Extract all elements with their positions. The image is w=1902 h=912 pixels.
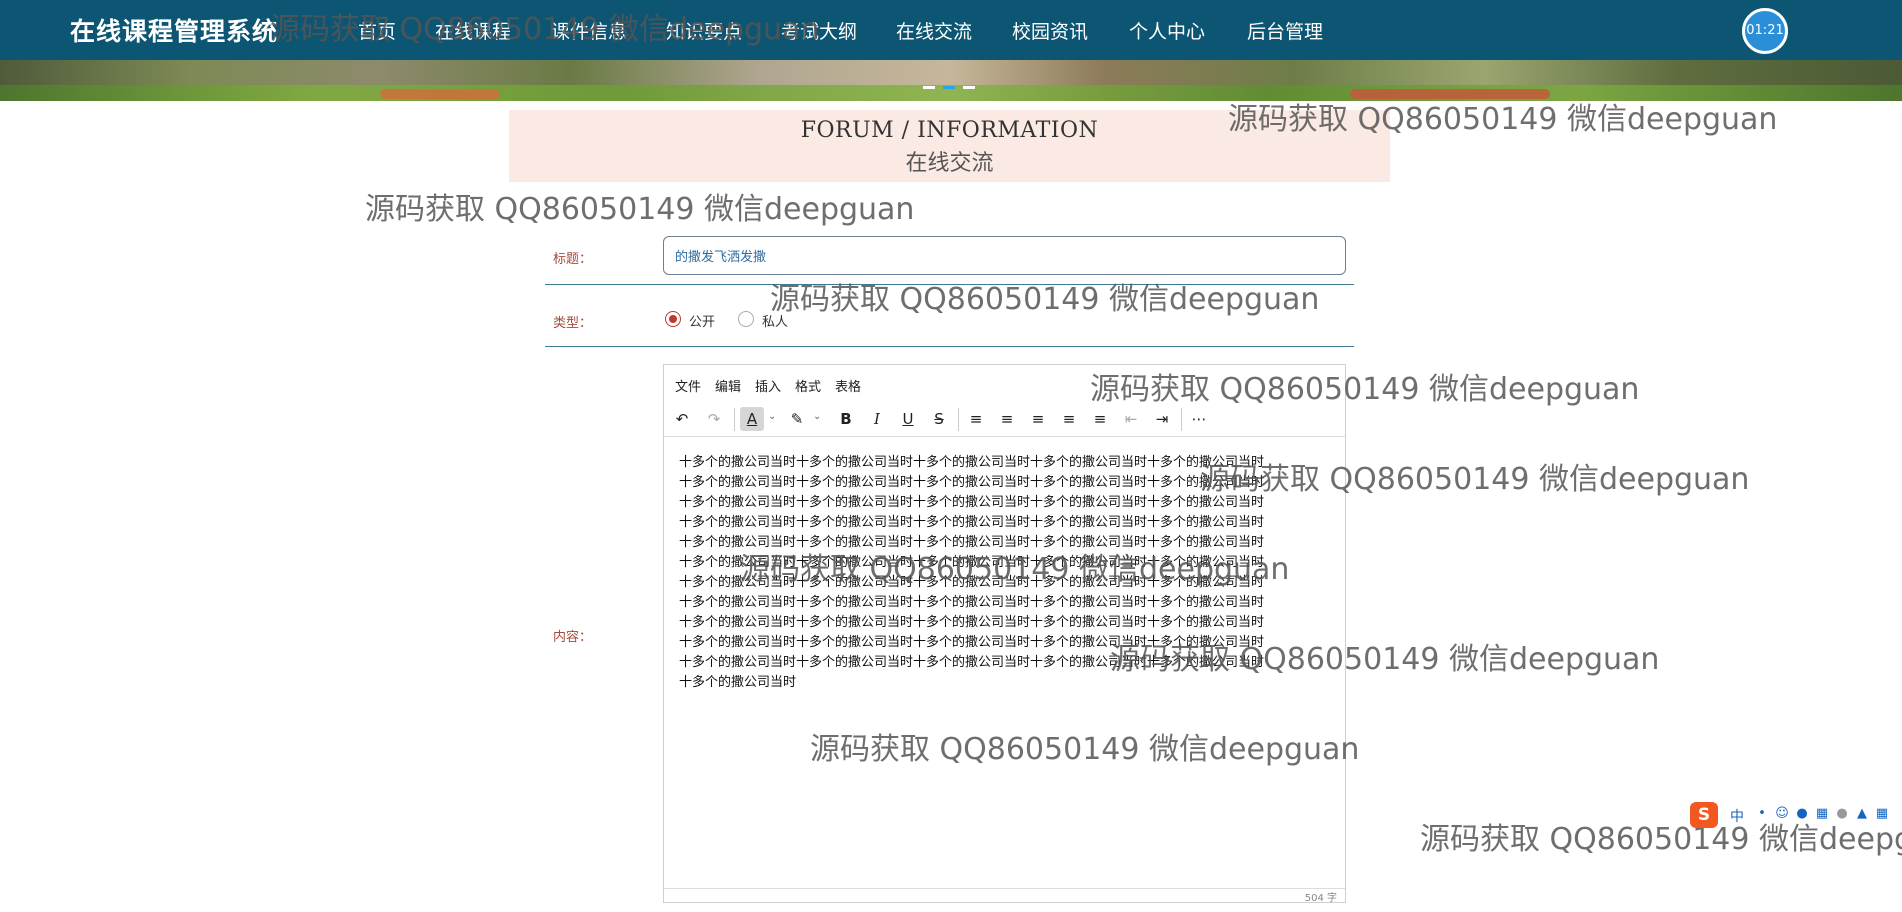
strikethrough-icon[interactable]: S bbox=[927, 407, 951, 431]
section-title-en: FORUM / INFORMATION bbox=[800, 118, 1099, 143]
more-icon[interactable]: ⋯ bbox=[1187, 407, 1211, 431]
grid-menu-icon[interactable]: ▦ bbox=[1874, 806, 1890, 822]
nav-item-news[interactable]: 校园资讯 bbox=[1012, 17, 1088, 44]
content-line: 十多个的撒公司当时十多个的撒公司当时十多个的撒公司当时十多个的撒公司当时十多个的… bbox=[679, 455, 1265, 470]
highlight-icon[interactable]: ✎ bbox=[785, 407, 809, 431]
ime-language-toggle[interactable]: 中 bbox=[1730, 806, 1744, 826]
content-line: 十多个的撒公司当时 bbox=[679, 675, 797, 690]
divider bbox=[545, 346, 1354, 347]
content-line: 十多个的撒公司当时十多个的撒公司当时十多个的撒公司当时十多个的撒公司当时十多个的… bbox=[679, 475, 1265, 490]
content-line: 十多个的撒公司当时十多个的撒公司当时十多个的撒公司当时十多个的撒公司当时十多个的… bbox=[679, 495, 1265, 510]
banner-flowers bbox=[380, 89, 500, 99]
content-line: 十多个的撒公司当时十多个的撒公司当时十多个的撒公司当时十多个的撒公司当时十多个的… bbox=[679, 535, 1265, 550]
menu-file[interactable]: 文件 bbox=[675, 376, 701, 395]
title-input[interactable] bbox=[663, 236, 1346, 275]
title-label: 标题： bbox=[553, 252, 593, 267]
menu-table[interactable]: 表格 bbox=[835, 376, 861, 395]
word-count: 504 字 bbox=[1304, 893, 1337, 904]
divider bbox=[545, 284, 1354, 285]
line-height-icon[interactable]: ≡ bbox=[964, 407, 988, 431]
content-line: 十多个的撒公司当时十多个的撒公司当时十多个的撒公司当时十多个的撒公司当时十多个的… bbox=[679, 595, 1265, 610]
carousel-dot[interactable] bbox=[923, 86, 935, 89]
content-line: 十多个的撒公司当时十多个的撒公司当时十多个的撒公司当时十多个的撒公司当时十多个的… bbox=[679, 515, 1265, 530]
keyboard-icon[interactable]: ▦ bbox=[1814, 806, 1830, 822]
toolbar-separator bbox=[958, 408, 959, 431]
align-justify-icon[interactable]: ≡ bbox=[1088, 407, 1112, 431]
section-title-cn: 在线交流 bbox=[905, 151, 994, 176]
align-left-icon[interactable]: ≡ bbox=[995, 407, 1019, 431]
carousel-dot[interactable] bbox=[963, 86, 975, 89]
indent-icon[interactable]: ⇥ bbox=[1150, 407, 1174, 431]
undo-icon[interactable]: ↶ bbox=[670, 407, 694, 431]
content-line: 十多个的撒公司当时十多个的撒公司当时十多个的撒公司当时十多个的撒公司当时十多个的… bbox=[679, 575, 1265, 590]
nav-item-admin[interactable]: 后台管理 bbox=[1247, 17, 1323, 44]
nav-item-syllabus[interactable]: 考试大纲 bbox=[781, 17, 857, 44]
banner-carousel-dots bbox=[923, 74, 983, 93]
radio-private[interactable] bbox=[738, 311, 754, 327]
align-center-icon[interactable]: ≡ bbox=[1026, 407, 1050, 431]
underline-icon[interactable]: U bbox=[896, 407, 920, 431]
redo-icon[interactable]: ↷ bbox=[702, 407, 726, 431]
editor-statusbar: 504 字 bbox=[664, 888, 1345, 904]
toolbar-separator bbox=[734, 408, 735, 431]
top-navbar: 在线课程管理系统 首页 在线课程 课件信息 知识要点 考试大纲 在线交流 校园资… bbox=[0, 0, 1902, 60]
skin-icon[interactable]: ▲ bbox=[1854, 806, 1870, 822]
menu-edit[interactable]: 编辑 bbox=[715, 376, 741, 395]
nav-item-forum[interactable]: 在线交流 bbox=[896, 17, 972, 44]
align-right-icon[interactable]: ≡ bbox=[1057, 407, 1081, 431]
editor-menubar: 文件 编辑 插入 格式 表格 bbox=[664, 365, 1345, 401]
punctuation-icon[interactable]: • bbox=[1754, 806, 1770, 822]
banner-flowers bbox=[1350, 89, 1550, 99]
nav-item-home[interactable]: 首页 bbox=[358, 17, 396, 44]
content-line: 十多个的撒公司当时十多个的撒公司当时十多个的撒公司当时十多个的撒公司当时十多个的… bbox=[679, 655, 1265, 670]
nav-item-coursewares[interactable]: 课件信息 bbox=[551, 17, 627, 44]
nav-item-courses[interactable]: 在线课程 bbox=[435, 17, 511, 44]
sogou-logo-icon[interactable]: S bbox=[1690, 802, 1718, 828]
app-brand: 在线课程管理系统 bbox=[70, 17, 279, 46]
editor-toolbar: ↶ ↷ A ⌄ ✎ ⌄ B I U S ≡ ≡ ≡ ≡ ≡ ⇤ ⇥ ⋯ bbox=[664, 401, 1345, 437]
emoji-icon[interactable]: ☺ bbox=[1774, 806, 1790, 822]
bold-icon[interactable]: B bbox=[834, 407, 858, 431]
content-line: 十多个的撒公司当时十多个的撒公司当时十多个的撒公司当时十多个的撒公司当时十多个的… bbox=[679, 615, 1265, 630]
avatar[interactable]: 01:21 bbox=[1742, 8, 1788, 54]
watermark-text: 源码获取 QQ86050149 微信deepguan bbox=[770, 282, 1320, 317]
chevron-down-icon[interactable]: ⌄ bbox=[813, 411, 821, 422]
carousel-dot[interactable] bbox=[943, 86, 955, 89]
text-color-icon[interactable]: A bbox=[740, 407, 764, 431]
user-icon[interactable]: ● bbox=[1834, 806, 1850, 822]
section-title: FORUM / INFORMATION 在线交流 bbox=[509, 110, 1390, 182]
menu-insert[interactable]: 插入 bbox=[755, 376, 781, 395]
italic-icon[interactable]: I bbox=[865, 407, 889, 431]
nav-item-profile[interactable]: 个人中心 bbox=[1129, 17, 1205, 44]
editor-content[interactable]: 十多个的撒公司当时十多个的撒公司当时十多个的撒公司当时十多个的撒公司当时十多个的… bbox=[679, 453, 1329, 693]
microphone-icon[interactable]: ● bbox=[1794, 806, 1810, 822]
type-label: 类型： bbox=[553, 316, 593, 331]
radio-public-label[interactable]: 公开 bbox=[689, 311, 715, 330]
rich-text-editor: 文件 编辑 插入 格式 表格 ↶ ↷ A ⌄ ✎ ⌄ B I U S ≡ ≡ ≡… bbox=[663, 364, 1346, 904]
content-label: 内容： bbox=[553, 630, 593, 645]
radio-private-label[interactable]: 私人 bbox=[762, 311, 788, 330]
toolbar-separator bbox=[1181, 408, 1182, 431]
watermark-text: 源码获取 QQ86050149 微信deepguan bbox=[365, 192, 915, 227]
nav-item-knowledge[interactable]: 知识要点 bbox=[666, 17, 742, 44]
menu-format[interactable]: 格式 bbox=[795, 376, 821, 395]
outdent-icon[interactable]: ⇤ bbox=[1119, 407, 1143, 431]
content-line: 十多个的撒公司当时十多个的撒公司当时十多个的撒公司当时十多个的撒公司当时十多个的… bbox=[679, 635, 1265, 650]
radio-public[interactable] bbox=[665, 311, 681, 327]
content-line: 十多个的撒公司当时十多个的撒公司当时十多个的撒公司当时十多个的撒公司当时十多个的… bbox=[679, 555, 1265, 570]
chevron-down-icon[interactable]: ⌄ bbox=[768, 411, 776, 422]
